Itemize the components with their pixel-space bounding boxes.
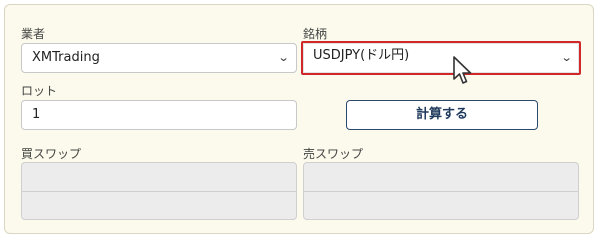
chevron-down-icon: ⌄ — [277, 51, 290, 64]
mouse-pointer-icon — [453, 56, 472, 84]
broker-label: 業者 — [21, 27, 46, 41]
symbol-label: 銘柄 — [303, 27, 328, 41]
buy-swap-label: 買スワップ — [21, 147, 82, 161]
lot-label: ロット — [21, 84, 58, 98]
lot-input[interactable]: 1 — [21, 100, 297, 130]
buy-swap-divider — [22, 191, 296, 192]
sell-swap-output — [303, 162, 579, 220]
broker-select-value: XMTrading — [32, 50, 100, 65]
sell-swap-divider — [304, 191, 578, 192]
buy-swap-output — [21, 162, 297, 220]
symbol-select-value: USDJPY(ドル円) — [313, 48, 410, 63]
broker-select[interactable]: XMTrading ⌄ — [21, 43, 297, 73]
calculate-button[interactable]: 計算する — [346, 100, 538, 130]
symbol-select[interactable]: USDJPY(ドル円) ⌄ — [301, 41, 581, 75]
chevron-down-icon: ⌄ — [560, 51, 573, 64]
sell-swap-label: 売スワップ — [303, 147, 364, 161]
swap-calculator-panel: 業者 XMTrading ⌄ 銘柄 USDJPY(ドル円) ⌄ ロット 1 計算… — [4, 4, 594, 234]
lot-input-value: 1 — [32, 107, 41, 122]
